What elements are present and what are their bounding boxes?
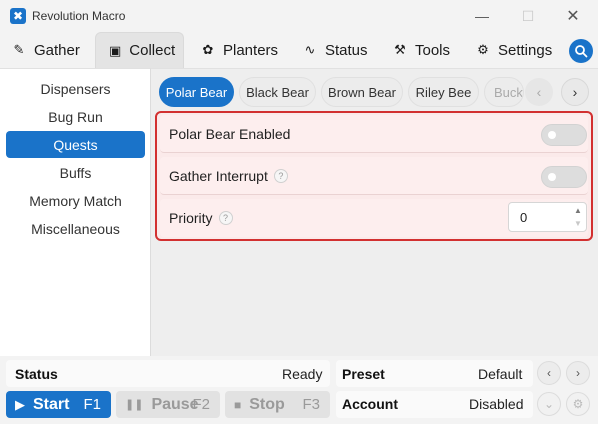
stop-icon: ■ — [234, 397, 242, 412]
tab-planters[interactable]: ✿ Planters — [201, 32, 278, 68]
start-button[interactable]: ▶ Start F1 — [6, 391, 111, 418]
preset-next-button[interactable]: › — [566, 361, 590, 385]
toggle-knob — [548, 173, 556, 181]
tab-label: Tools — [415, 41, 451, 59]
subtab-prev-button[interactable]: ‹ — [525, 78, 553, 106]
pulse-icon: ∿ — [304, 42, 316, 57]
tab-label: Status — [325, 41, 368, 59]
account-dropdown-button[interactable]: ⌄ — [537, 392, 561, 416]
main-tab-bar: ✎ Gather ▣ Collect ✿ Planters ∿ Status ⚒… — [0, 32, 598, 68]
tab-settings[interactable]: ⚙ Settings — [476, 32, 552, 68]
status-value: Ready — [282, 366, 323, 382]
maximize-button[interactable]: ☐ — [506, 0, 550, 32]
tab-tools[interactable]: ⚒ Tools — [393, 32, 450, 68]
search-icon — [575, 45, 588, 58]
tab-label: Collect — [129, 42, 176, 59]
start-hotkey: F1 — [83, 396, 101, 413]
polar-enabled-toggle[interactable] — [541, 124, 587, 146]
setting-row-priority: Priority ? 0 ▲ ▼ — [160, 199, 588, 237]
setting-label: Priority ? — [169, 199, 233, 237]
pause-button[interactable]: ❚❚ Pause F2 — [116, 391, 220, 418]
app-logo-icon: ✖ — [10, 8, 26, 24]
preset-value: Default — [478, 366, 523, 382]
subtab-polar-bear[interactable]: Polar Bear — [159, 77, 234, 107]
stop-hotkey: F3 — [302, 396, 320, 413]
subtab-buck[interactable]: Buck — [484, 77, 524, 107]
tab-label: Gather — [34, 41, 80, 59]
collect-icon: ▣ — [109, 42, 122, 58]
gather-interrupt-toggle[interactable] — [541, 166, 587, 188]
account-settings-button[interactable]: ⚙ — [566, 392, 590, 416]
sidebar-item-bug-run[interactable]: Bug Run — [6, 103, 145, 130]
priority-number-input[interactable]: 0 ▲ ▼ — [508, 202, 587, 232]
polar-enabled-label: Polar Bear Enabled — [169, 126, 291, 142]
close-button[interactable]: ✕ — [551, 0, 595, 32]
window-title: Revolution Macro — [32, 9, 126, 23]
polar-bear-settings-panel: Polar Bear Enabled Gather Interrupt ? Pr… — [155, 111, 593, 241]
tab-gather[interactable]: ✎ Gather — [12, 32, 80, 68]
brush-icon: ✎ — [13, 42, 25, 57]
plant-icon: ✿ — [202, 42, 214, 57]
toggle-knob — [548, 131, 556, 139]
stop-button[interactable]: ■ Stop F3 — [225, 391, 330, 418]
pause-icon: ❚❚ — [125, 399, 144, 411]
setting-row-gather-interrupt: Gather Interrupt ? — [160, 157, 588, 195]
wrench-icon: ⚒ — [394, 42, 406, 57]
setting-label: Gather Interrupt ? — [169, 157, 288, 195]
play-icon: ▶ — [15, 396, 25, 412]
status-label: Status — [15, 366, 58, 382]
subtab-black-bear[interactable]: Black Bear — [239, 77, 316, 107]
gear-icon: ⚙ — [477, 42, 489, 57]
spin-up-icon[interactable]: ▲ — [571, 204, 585, 217]
sidebar-item-buffs[interactable]: Buffs — [6, 159, 145, 186]
subtab-brown-bear[interactable]: Brown Bear — [321, 77, 403, 107]
account-label: Account — [342, 396, 398, 412]
help-icon[interactable]: ? — [218, 211, 233, 225]
tab-collect[interactable]: ▣ Collect — [95, 32, 184, 68]
sidebar-item-dispensers[interactable]: Dispensers — [6, 75, 145, 102]
priority-label: Priority — [169, 210, 213, 226]
start-label: Start — [33, 395, 70, 413]
preset-prev-button[interactable]: ‹ — [537, 361, 561, 385]
sidebar-item-memory-match[interactable]: Memory Match — [6, 187, 145, 214]
sidebar: Dispensers Bug Run Quests Buffs Memory M… — [0, 68, 151, 356]
priority-value[interactable]: 0 — [520, 203, 527, 231]
spin-down-icon[interactable]: ▼ — [571, 217, 585, 230]
tab-status[interactable]: ∿ Status — [303, 32, 368, 68]
tab-label: Planters — [223, 41, 279, 59]
sidebar-item-quests[interactable]: Quests — [6, 131, 145, 158]
sidebar-item-miscellaneous[interactable]: Miscellaneous — [6, 215, 145, 242]
stop-label: Stop — [249, 395, 285, 413]
subtab-riley-bee[interactable]: Riley Bee — [408, 77, 479, 107]
account-value: Disabled — [469, 396, 524, 412]
bottom-bar: Status Ready Preset Default ‹ › ▶ Start … — [6, 360, 593, 420]
subtab-next-button[interactable]: › — [561, 78, 589, 106]
gather-interrupt-label: Gather Interrupt — [169, 168, 268, 184]
preset-label: Preset — [342, 366, 385, 382]
setting-label: Polar Bear Enabled — [169, 115, 290, 153]
search-button[interactable] — [569, 39, 593, 63]
tab-label: Settings — [498, 41, 553, 59]
minimize-button[interactable]: — — [460, 0, 504, 32]
setting-row-polar-enabled: Polar Bear Enabled — [160, 115, 588, 153]
help-icon[interactable]: ? — [273, 169, 288, 183]
pause-hotkey: F2 — [192, 396, 210, 413]
